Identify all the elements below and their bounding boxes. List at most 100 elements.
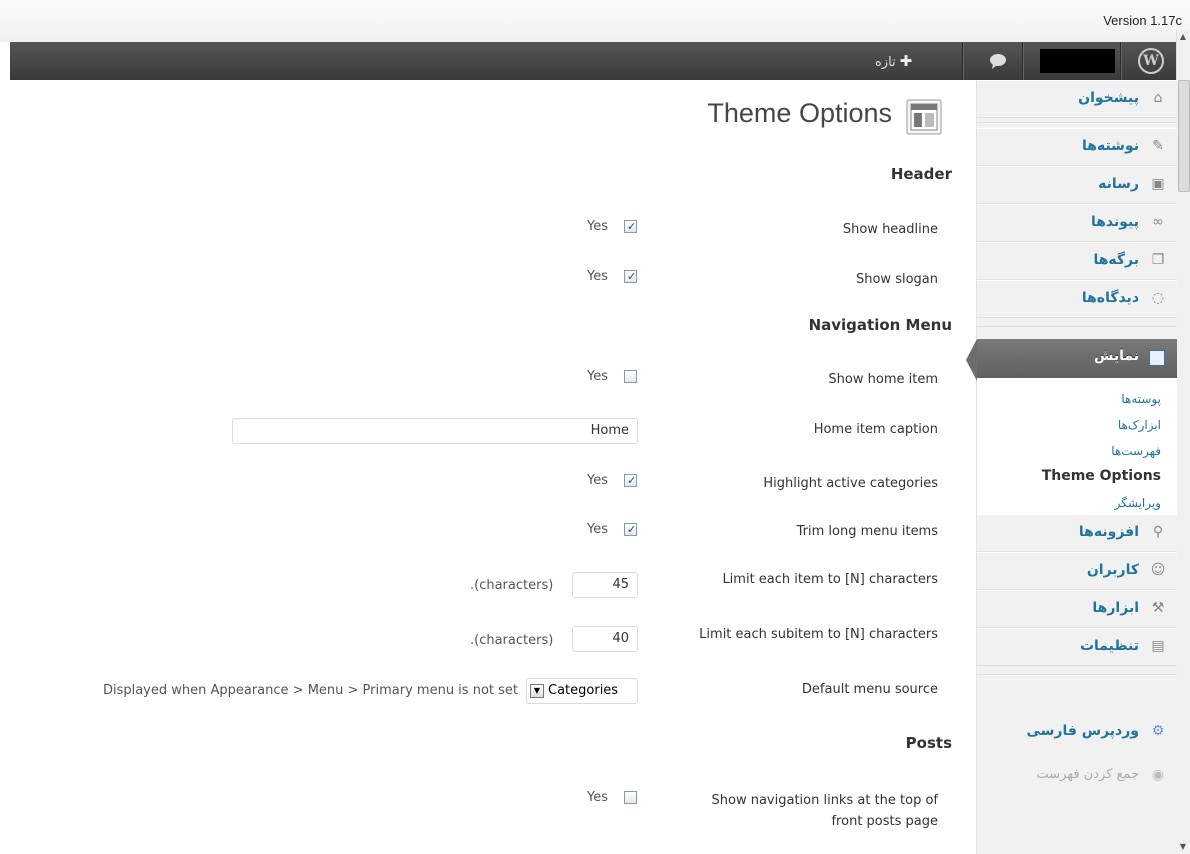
menu-source-select[interactable]: ▼ Categories [526,678,638,704]
scrollbar-thumb[interactable] [1178,80,1190,192]
menu-appearance[interactable]: نمایش [977,339,1177,378]
field-label: Trim long menu items [796,524,938,539]
users-icon: ☺ [1150,562,1166,578]
field-label: Show home item [828,372,938,387]
menu-posts[interactable]: ✎ نوشته‌ها [977,128,1177,166]
checkmark-icon: ✓ [627,220,637,233]
speech-bubble-icon[interactable] [988,51,1008,71]
submenu-theme-options[interactable]: Theme Options [1042,468,1161,484]
menu-dashboard[interactable]: ⌂ پیشخوان [977,80,1177,118]
appearance-icon [1149,350,1165,366]
field-label: Show navigation links at the top of [711,793,939,808]
new-content-button[interactable]: تازه ✚ [875,52,912,70]
characters-suffix: .(characters) [470,633,554,648]
adminbar-divider [1022,42,1023,80]
yes-label: Yes [587,522,608,537]
yes-label: Yes [587,473,608,488]
browser-top-strip [0,0,1190,42]
menu-label: برگه‌ها [1093,252,1139,268]
adminbar-divider [1120,42,1121,80]
redacted-username[interactable] [1040,49,1115,73]
home-caption-input[interactable]: Home [232,418,638,444]
limit-subitem-input[interactable]: 40 [572,626,638,652]
menu-label: نوشته‌ها [1082,138,1139,154]
field-label: Show slogan [855,272,938,287]
field-label: Highlight active categories [763,476,938,491]
menu-links[interactable]: ∞ پیوندها [977,204,1177,242]
wordpress-logo-icon[interactable]: W [1138,48,1164,74]
menu-users[interactable]: ☺ کاربران [977,552,1177,590]
scroll-up-arrow-icon[interactable]: ▲ [1176,30,1190,44]
version-label: Version 1.17c [1103,13,1182,28]
adminbar-divider [962,42,963,80]
field-label: Limit each subitem to [N] characters [699,627,938,642]
show-nav-links-checkbox[interactable] [624,791,637,804]
admin-bar: تازه ✚ W [10,42,1176,80]
menu-plugins[interactable]: ⚲ افزونه‌ها [977,514,1177,552]
play-icon: ◉ [1151,767,1165,783]
plus-icon: ✚ [899,52,913,70]
menu-label: نمایش [1094,348,1139,364]
checkmark-icon: ✓ [627,523,637,536]
menu-label: رسانه [1098,176,1139,192]
submenu-editor[interactable]: ویرایشگر [1115,496,1161,510]
show-headline-checkbox[interactable]: ✓ [624,220,637,233]
field-label: Show headline [842,222,938,237]
gear-icon: ⚙ [1151,723,1165,739]
pages-icon: ❐ [1151,252,1165,268]
submenu-menus[interactable]: فهرست‌ها [1111,444,1161,458]
menu-label: وردپرس فارسی [1026,723,1139,739]
link-icon: ∞ [1152,214,1164,230]
field-label: Default menu source [801,682,938,697]
menu-label: کاربران [1086,562,1139,578]
yes-label: Yes [587,369,608,384]
field-label: Home item caption [813,422,938,437]
menu-media[interactable]: ▣ رسانه [977,166,1177,204]
plugin-icon: ⚲ [1152,524,1164,540]
characters-suffix: .(characters) [470,578,554,593]
trim-menu-items-checkbox[interactable]: ✓ [624,523,637,536]
menu-divider [977,326,1177,327]
yes-label: Yes [587,790,608,805]
menu-label: جمع کردن فهرست [1036,767,1139,782]
theme-options-icon [906,99,942,135]
yes-label: Yes [587,269,608,284]
menu-settings[interactable]: ▤ تنظیمات [977,628,1177,666]
menu-label: ابزارها [1092,600,1139,616]
menu-source-value: Categories [548,683,619,698]
page-title: Theme Options [707,98,892,128]
menu-pages[interactable]: ❐ برگه‌ها [977,242,1177,280]
home-icon: ⌂ [1153,90,1163,106]
tools-icon: ⚒ [1151,600,1165,616]
menu-comments[interactable]: ◌ دیدگاه‌ها [977,280,1177,318]
menu-label: تنظیمات [1079,638,1139,654]
section-posts: Posts [905,734,952,752]
admin-sidebar: ⌂ پیشخوان ✎ نوشته‌ها ▣ رسانه ∞ پیوندها ❐… [976,80,1177,854]
submenu-widgets[interactable]: ابزارک‌ها [1118,418,1161,432]
show-slogan-checkbox[interactable]: ✓ [624,270,637,283]
new-content-label: تازه [875,55,896,70]
active-menu-pointer [966,339,977,381]
menu-divider [977,674,1177,675]
section-navigation: Navigation Menu [808,316,952,334]
settings-icon: ▤ [1151,638,1165,654]
section-header: Header [890,165,952,183]
menu-label: پیشخوان [1078,90,1139,106]
menu-wp-persian[interactable]: ⚙ وردپرس فارسی [977,714,1177,752]
show-home-checkbox[interactable] [624,370,637,383]
submenu-themes[interactable]: پوسته‌ها [1121,392,1161,406]
collapse-menu-button[interactable]: ◉ جمع کردن فهرست [977,758,1177,796]
appearance-submenu: پوسته‌ها ابزارک‌ها فهرست‌ها Theme Option… [977,378,1177,514]
highlight-categories-checkbox[interactable]: ✓ [624,474,637,487]
limit-item-input[interactable]: 45 [572,572,638,598]
yes-label: Yes [587,219,608,234]
menu-label: افزونه‌ها [1078,524,1139,540]
menu-source-description: Displayed when Appearance > Menu > Prima… [102,683,518,698]
menu-tools[interactable]: ⚒ ابزارها [977,590,1177,628]
scroll-down-arrow-icon[interactable]: ▼ [1176,840,1190,854]
menu-label: دیدگاه‌ها [1081,290,1139,306]
media-icon: ▣ [1151,176,1165,192]
menu-label: پیوندها [1090,214,1139,230]
field-label-line2: front posts page [831,814,938,829]
checkmark-icon: ✓ [627,474,637,487]
